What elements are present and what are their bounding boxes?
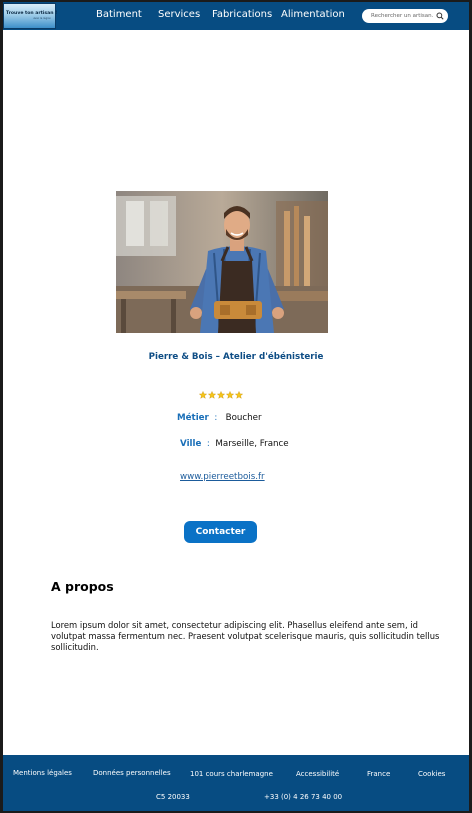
artisan-photo [116, 191, 328, 333]
footer-link-cookies[interactable]: Cookies [418, 770, 445, 778]
ville-label: Ville [180, 439, 202, 449]
star-icon [199, 391, 207, 399]
contact-button[interactable]: Contacter [184, 521, 257, 543]
rating-stars [199, 391, 243, 399]
star-icon [208, 391, 216, 399]
about-text: Lorem ipsum dolor sit amet, consectetur … [51, 620, 440, 652]
star-icon [226, 391, 234, 399]
business-name: Pierre & Bois – Atelier d'ébénisterie [148, 352, 324, 362]
nav-item-fabrications[interactable]: Fabrications [212, 9, 272, 20]
search-icon[interactable] [436, 12, 444, 20]
search-input[interactable] [371, 13, 433, 19]
about-title: A propos [51, 579, 114, 594]
nav-item-alimentation[interactable]: Alimentation [281, 9, 345, 20]
nav-item-batiment[interactable]: Batiment [96, 9, 142, 20]
ville-row: Ville : Marseille, France [180, 439, 289, 449]
search-bar [362, 9, 448, 23]
footer-link-mentions[interactable]: Mentions légales [13, 769, 72, 777]
footer-country: France [367, 770, 391, 778]
site-logo[interactable]: Trouve ton artisan ! Avec la région [3, 3, 57, 29]
footer-link-accessibilite[interactable]: Accessibilité [296, 770, 339, 778]
metier-value: Boucher [225, 413, 262, 423]
logo-subtitle: Avec la région [33, 17, 51, 20]
footer-phone: +33 (0) 4 26 73 40 00 [264, 793, 343, 801]
footer-address: 101 cours charlemagne [190, 770, 273, 778]
page: Trouve ton artisan ! Avec la région Bati… [3, 2, 469, 811]
ville-value: Marseille, France [215, 439, 289, 449]
footer-postal-code: C5 20033 [156, 793, 190, 801]
footer-link-donnees[interactable]: Données personnelles [93, 769, 171, 777]
nav-item-services[interactable]: Services [158, 9, 200, 20]
metier-label: Métier [177, 413, 209, 423]
metier-row: Métier : Boucher [177, 413, 262, 423]
star-icon [217, 391, 225, 399]
website-link[interactable]: www.pierreetbois.fr [180, 472, 265, 482]
star-icon [235, 391, 243, 399]
footer: Mentions légales Données personnelles 10… [3, 755, 469, 811]
top-nav-bar: Trouve ton artisan ! Avec la région Bati… [3, 2, 469, 30]
